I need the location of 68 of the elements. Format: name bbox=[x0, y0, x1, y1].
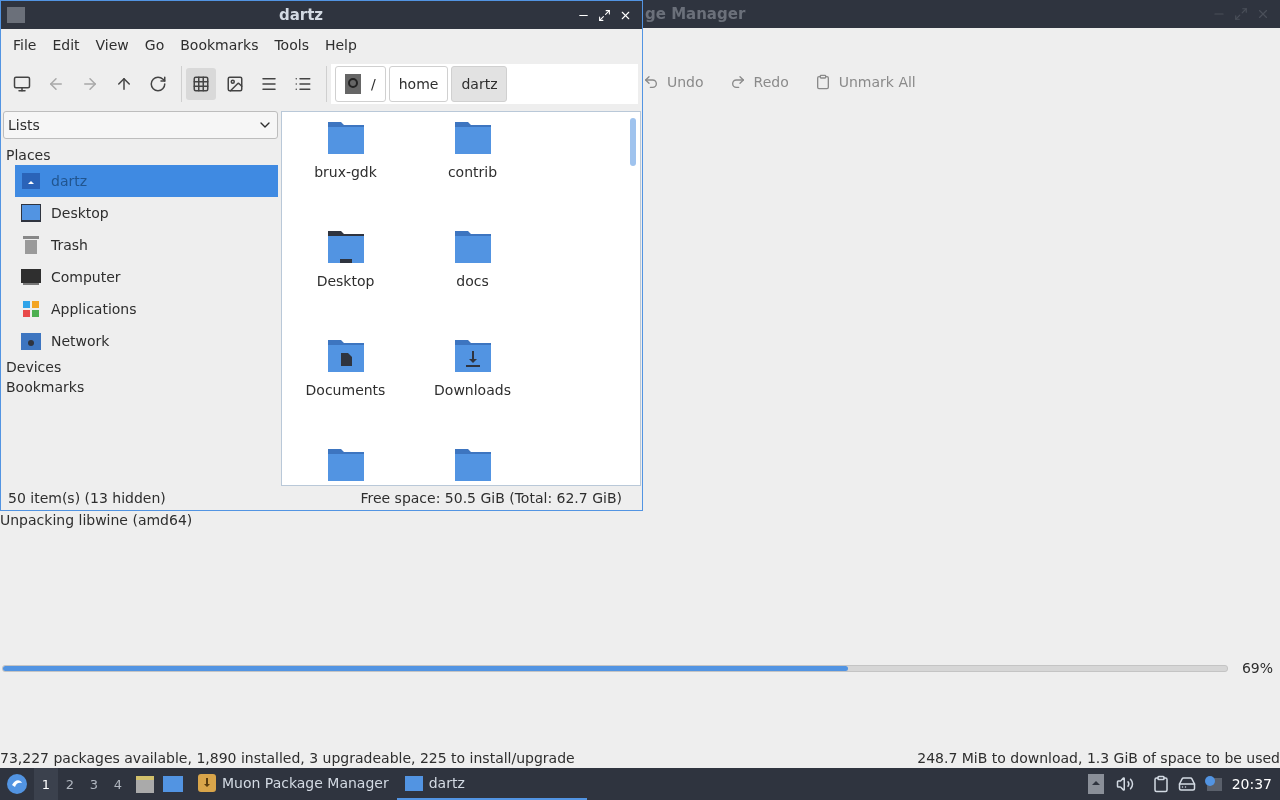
view-mode-button[interactable] bbox=[186, 68, 216, 100]
drive-icon bbox=[345, 74, 361, 94]
undo-icon bbox=[643, 74, 659, 90]
menu-item[interactable]: Edit bbox=[44, 37, 88, 53]
reload-icon bbox=[149, 75, 167, 93]
place-item[interactable]: Computer bbox=[15, 261, 278, 293]
start-menu-icon[interactable] bbox=[6, 773, 28, 795]
network-folder-icon bbox=[21, 331, 41, 351]
place-item[interactable]: Desktop bbox=[15, 197, 278, 229]
log-line: Unpacking libwine (amd64) bbox=[0, 512, 193, 528]
section-heading[interactable]: Bookmarks bbox=[3, 377, 278, 397]
free-space: Free space: 50.5 GiB (Total: 62.7 GiB) bbox=[360, 490, 622, 506]
menu-item[interactable]: Help bbox=[316, 37, 365, 53]
task-button[interactable]: dartz bbox=[396, 768, 587, 800]
place-item[interactable]: Network bbox=[15, 325, 278, 357]
volume-icon[interactable] bbox=[1115, 775, 1134, 793]
window-title: ge Manager bbox=[645, 5, 746, 23]
up-icon bbox=[115, 75, 133, 93]
scrollbar-thumb[interactable] bbox=[630, 118, 636, 166]
back-icon bbox=[47, 75, 65, 93]
download-summary: 248.7 MiB to download, 1.3 GiB of space to be used bbox=[917, 750, 1280, 766]
path-button[interactable]: dartz bbox=[451, 66, 508, 102]
lines-icon bbox=[260, 75, 278, 93]
list-icon bbox=[294, 75, 312, 93]
side-pane-mode-dropdown[interactable]: Lists bbox=[3, 111, 278, 139]
file-name[interactable]: docs bbox=[453, 273, 492, 291]
forward-icon bbox=[81, 75, 99, 93]
image-icon bbox=[226, 75, 244, 93]
desktop-icon[interactable] bbox=[162, 773, 184, 795]
workspace-button[interactable]: 2 bbox=[58, 768, 82, 800]
maximize-icon[interactable] bbox=[598, 8, 611, 22]
desktop-icon bbox=[21, 203, 41, 223]
applications-icon bbox=[21, 299, 41, 319]
path-button[interactable]: home bbox=[388, 66, 449, 102]
place-item[interactable]: Applications bbox=[15, 293, 278, 325]
file-name[interactable]: brux-gdk bbox=[311, 164, 380, 182]
notification-icon[interactable] bbox=[1203, 775, 1222, 793]
trash-icon bbox=[21, 235, 41, 255]
clipboard-icon bbox=[814, 74, 831, 90]
file-manager-icon[interactable] bbox=[134, 773, 156, 795]
window-title: dartz bbox=[277, 6, 325, 24]
grid-icon bbox=[192, 75, 210, 93]
item-count: 50 item(s) (13 hidden) bbox=[8, 490, 166, 506]
package-icon bbox=[198, 774, 216, 792]
file-name[interactable]: Desktop bbox=[313, 273, 378, 291]
workspace-button[interactable]: 3 bbox=[82, 768, 106, 800]
section-heading[interactable]: Devices bbox=[3, 357, 278, 377]
clock: 20:37 bbox=[1230, 776, 1273, 792]
task-button[interactable]: Muon Package Manager bbox=[190, 768, 397, 800]
menu-item[interactable]: Go bbox=[136, 37, 173, 53]
computer-icon bbox=[21, 267, 41, 287]
menu-item[interactable]: File bbox=[5, 37, 45, 53]
workspace-button[interactable]: 1 bbox=[34, 768, 58, 800]
workspace-button[interactable]: 4 bbox=[106, 768, 130, 800]
section-heading[interactable]: Places bbox=[3, 145, 278, 165]
progress-percent: 69% bbox=[1240, 660, 1274, 676]
menu-item[interactable]: Bookmarks bbox=[172, 37, 267, 53]
place-item[interactable]: Trash bbox=[15, 229, 278, 261]
file-name[interactable]: Downloads bbox=[431, 382, 514, 400]
clipboard-icon[interactable] bbox=[1151, 775, 1170, 793]
redo-icon bbox=[729, 74, 746, 90]
file-name[interactable]: contrib bbox=[444, 164, 501, 182]
path-button[interactable]: / bbox=[335, 66, 386, 102]
menu-item[interactable]: View bbox=[87, 37, 137, 53]
package-summary: 73,227 packages available, 1,890 installed, 3 upgradeable, 225 to install/upgrade bbox=[0, 750, 575, 766]
menu-item[interactable]: Tools bbox=[266, 37, 317, 53]
home-folder-icon bbox=[21, 171, 41, 191]
file-name[interactable]: Documents bbox=[302, 382, 389, 400]
